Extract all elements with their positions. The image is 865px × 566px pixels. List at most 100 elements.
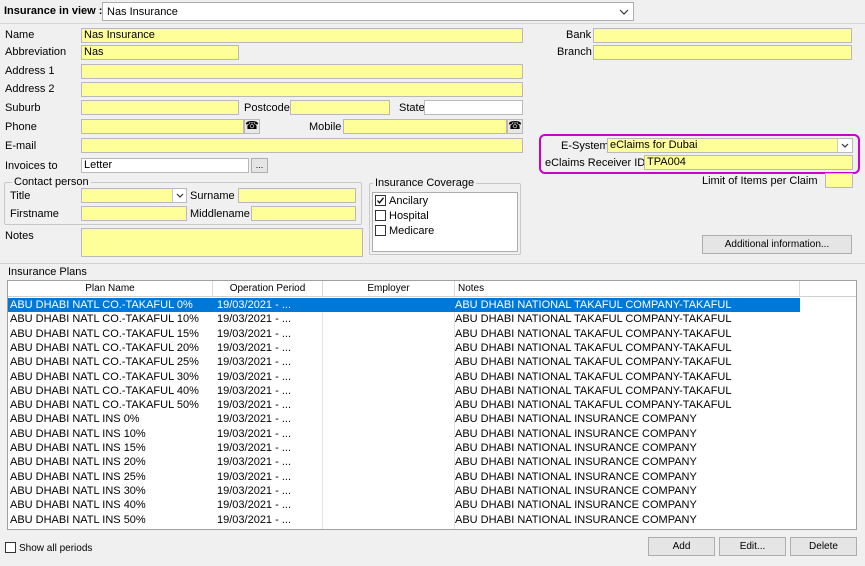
insurance-plans-title: Insurance Plans xyxy=(8,266,87,278)
bank-label: Bank xyxy=(566,29,592,41)
middlename-field[interactable] xyxy=(251,206,356,221)
state-field[interactable] xyxy=(424,100,523,115)
bank-field[interactable] xyxy=(593,28,852,43)
chevron-down-icon[interactable] xyxy=(618,6,630,18)
coverage-item-ancilary[interactable]: Ancilary xyxy=(375,195,428,207)
eclaims-receiver-label: eClaims Receiver ID xyxy=(545,157,646,169)
table-header: Plan Name Operation Period Employer Note… xyxy=(8,281,856,297)
table-row[interactable]: ABU DHABI NATL CO.-TAKAFUL 30% 19/03/2021… xyxy=(8,370,800,384)
column-header-operation-period[interactable]: Operation Period xyxy=(213,281,323,297)
invoices-to-field[interactable]: Letter xyxy=(81,158,249,173)
table-row[interactable]: ABU DHABI NATL CO.-TAKAFUL 10% 19/03/2021… xyxy=(8,312,800,326)
operation-period-cell: 19/03/2021 - ... xyxy=(217,442,291,454)
title-select[interactable] xyxy=(81,188,187,203)
surname-label: Surname xyxy=(190,190,235,202)
operation-period-cell: 19/03/2021 - ... xyxy=(217,299,291,311)
operation-period-cell: 19/03/2021 - ... xyxy=(217,384,291,397)
column-header-employer[interactable]: Employer xyxy=(323,281,455,297)
limit-items-field[interactable] xyxy=(825,173,853,188)
table-row[interactable]: ABU DHABI NATL CO.-TAKAFUL 25% 19/03/2021… xyxy=(8,355,800,369)
table-row[interactable]: ABU DHABI NATL CO.-TAKAFUL 0% 19/03/2021 … xyxy=(8,298,800,313)
plan-name-cell: ABU DHABI NATL CO.-TAKAFUL 50% xyxy=(10,399,199,412)
notes-cell: ABU DHABI NATIONAL INSURANCE COMPANY xyxy=(455,470,697,483)
plan-name-cell: ABU DHABI NATL INS 40% xyxy=(10,499,146,512)
phone-field[interactable] xyxy=(81,119,244,134)
table-row[interactable]: ABU DHABI NATL CO.-TAKAFUL 20% 19/03/2021… xyxy=(8,341,800,355)
table-row[interactable]: ABU DHABI NATL INS 20% 19/03/2021 - ... AB… xyxy=(8,455,800,469)
abbreviation-field[interactable]: Nas xyxy=(81,45,239,60)
checkbox-icon[interactable] xyxy=(375,225,386,236)
edit-button[interactable]: Edit... xyxy=(719,537,786,556)
surname-field[interactable] xyxy=(238,188,356,203)
column-header-notes[interactable]: Notes xyxy=(455,281,800,297)
notes-cell: ABU DHABI NATIONAL TAKAFUL COMPANY-TAKAF… xyxy=(455,356,732,369)
mobile-dial-button[interactable]: ☎ xyxy=(507,119,523,134)
notes-cell: ABU DHABI NATIONAL INSURANCE COMPANY xyxy=(455,513,697,526)
chevron-down-icon[interactable] xyxy=(837,139,852,152)
notes-cell: ABU DHABI NATIONAL INSURANCE COMPANY xyxy=(455,456,697,469)
operation-period-cell: 19/03/2021 - ... xyxy=(217,499,291,512)
table-row[interactable]: ABU DHABI NATL INS 15% 19/03/2021 - ... AB… xyxy=(8,441,800,455)
chevron-down-icon[interactable] xyxy=(172,189,186,202)
firstname-field[interactable] xyxy=(81,206,187,221)
operation-period-cell: 19/03/2021 - ... xyxy=(217,427,291,440)
operation-period-cell: 19/03/2021 - ... xyxy=(217,456,291,469)
table-row[interactable]: ABU DHABI NATL CO.-TAKAFUL 15% 19/03/2021… xyxy=(8,327,800,341)
notes-label: Notes xyxy=(5,230,34,242)
table-row[interactable]: ABU DHABI NATL INS 50% 19/03/2021 - ... AB… xyxy=(8,513,800,527)
table-row[interactable]: ABU DHABI NATL CO.-TAKAFUL 40% 19/03/2021… xyxy=(8,384,800,398)
abbreviation-label: Abbreviation xyxy=(5,46,67,58)
checkbox-icon[interactable] xyxy=(5,542,16,553)
coverage-item-hospital[interactable]: Hospital xyxy=(375,210,429,222)
table-row[interactable]: ABU DHABI NATL INS 40% 19/03/2021 - ... AB… xyxy=(8,498,800,512)
address2-field[interactable] xyxy=(81,82,523,97)
branch-field[interactable] xyxy=(593,45,852,60)
postcode-field[interactable] xyxy=(290,100,390,115)
show-all-periods-toggle[interactable]: Show all periods xyxy=(5,542,92,554)
middlename-label: Middlename xyxy=(190,208,250,220)
add-button[interactable]: Add xyxy=(648,537,715,556)
notes-field[interactable] xyxy=(81,228,363,257)
operation-period-cell: 19/03/2021 - ... xyxy=(217,370,291,383)
notes-cell: ABU DHABI NATIONAL TAKAFUL COMPANY-TAKAF… xyxy=(455,313,732,326)
plan-name-cell: ABU DHABI NATL INS 0% xyxy=(10,413,140,426)
invoices-to-browse-button[interactable]: ... xyxy=(251,158,268,173)
insurance-select[interactable]: Nas Insurance xyxy=(102,2,634,21)
notes-cell: ABU DHABI NATIONAL TAKAFUL COMPANY-TAKAF… xyxy=(455,370,732,383)
checkbox-checked-icon[interactable] xyxy=(375,195,386,206)
plan-name-cell: ABU DHABI NATL CO.-TAKAFUL 25% xyxy=(10,356,199,369)
operation-period-cell: 19/03/2021 - ... xyxy=(217,356,291,369)
eclaims-receiver-field[interactable]: TPA004 xyxy=(644,155,853,170)
email-field[interactable] xyxy=(81,138,523,153)
insurance-select-value: Nas Insurance xyxy=(107,6,178,18)
notes-cell: ABU DHABI NATIONAL TAKAFUL COMPANY-TAKAF… xyxy=(455,399,732,412)
checkbox-icon[interactable] xyxy=(375,210,386,221)
notes-cell: ABU DHABI NATIONAL INSURANCE COMPANY xyxy=(455,413,697,426)
plan-name-cell: ABU DHABI NATL INS 20% xyxy=(10,456,146,469)
esystem-select[interactable]: eClaims for Dubai xyxy=(607,138,853,153)
address2-label: Address 2 xyxy=(5,83,55,95)
table-row[interactable]: ABU DHABI NATL CO.-TAKAFUL 50% 19/03/2021… xyxy=(8,398,800,412)
insurance-plans-table: Plan Name Operation Period Employer Note… xyxy=(7,280,857,530)
suburb-field[interactable] xyxy=(81,100,239,115)
table-row[interactable]: ABU DHABI NATL INS 10% 19/03/2021 - ... AB… xyxy=(8,427,800,441)
mobile-field[interactable] xyxy=(343,119,507,134)
plan-name-cell: ABU DHABI NATL CO.-TAKAFUL 0% xyxy=(10,299,193,311)
suburb-label: Suburb xyxy=(5,102,41,114)
operation-period-cell: 19/03/2021 - ... xyxy=(217,413,291,426)
phone-label: Phone xyxy=(5,121,37,133)
name-field[interactable]: Nas Insurance xyxy=(81,28,523,43)
additional-information-button[interactable]: Additional information... xyxy=(702,235,852,254)
column-header-plan-name[interactable]: Plan Name xyxy=(8,281,213,297)
state-label: State xyxy=(399,102,425,114)
notes-cell: ABU DHABI NATIONAL INSURANCE COMPANY xyxy=(455,427,697,440)
delete-button[interactable]: Delete xyxy=(790,537,857,556)
plan-name-cell: ABU DHABI NATL CO.-TAKAFUL 15% xyxy=(10,327,199,340)
notes-cell: ABU DHABI NATIONAL TAKAFUL COMPANY-TAKAF… xyxy=(455,384,732,397)
table-row[interactable]: ABU DHABI NATL INS 30% 19/03/2021 - ... AB… xyxy=(8,484,800,498)
phone-dial-button[interactable]: ☎ xyxy=(244,119,260,134)
table-row[interactable]: ABU DHABI NATL INS 25% 19/03/2021 - ... AB… xyxy=(8,470,800,484)
address1-field[interactable] xyxy=(81,64,523,79)
coverage-item-medicare[interactable]: Medicare xyxy=(375,225,434,237)
table-row[interactable]: ABU DHABI NATL INS 0% 19/03/2021 - ... ABU… xyxy=(8,412,800,426)
